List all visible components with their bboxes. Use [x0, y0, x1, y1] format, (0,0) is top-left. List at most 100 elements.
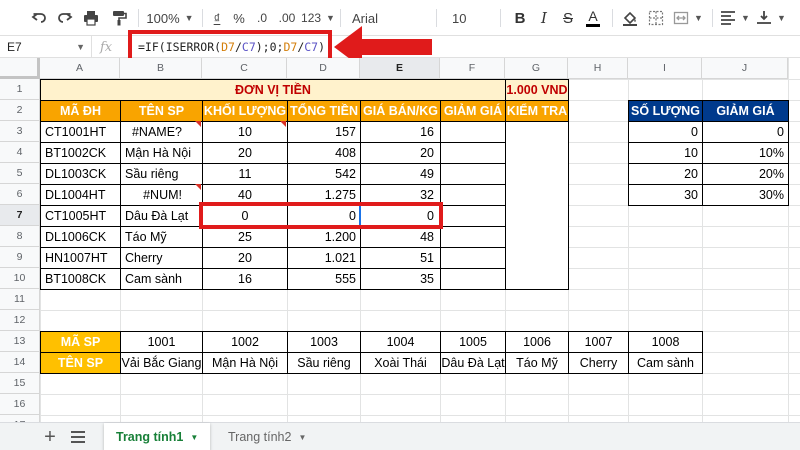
- merge-cells-icon[interactable]: ▼: [670, 0, 706, 36]
- font-size-select[interactable]: 10: [444, 0, 496, 36]
- tab-sheet1[interactable]: Trang tính1 ▼: [104, 423, 211, 450]
- table-cell[interactable]: Mận Hà Nội: [120, 142, 203, 164]
- table-cell[interactable]: Cherry: [120, 247, 203, 269]
- header-cell[interactable]: GIẢM GIÁ: [440, 100, 506, 122]
- table-cell[interactable]: DL1006CK: [40, 226, 121, 248]
- table-cell[interactable]: [440, 247, 506, 269]
- discount-cell[interactable]: 30%: [702, 184, 789, 206]
- table-cell[interactable]: [440, 268, 506, 290]
- column-header-i[interactable]: I: [628, 58, 702, 79]
- row-header-8[interactable]: 8: [0, 226, 40, 247]
- product-code-cell[interactable]: 1004: [360, 331, 441, 353]
- row-header-6[interactable]: 6: [0, 184, 40, 205]
- product-code-cell[interactable]: 1008: [628, 331, 703, 353]
- table-cell[interactable]: 408: [287, 142, 361, 164]
- discount-header-cell[interactable]: GIẢM GIÁ: [702, 100, 789, 122]
- borders-icon[interactable]: [644, 0, 668, 36]
- table-cell[interactable]: 11: [202, 163, 288, 185]
- add-sheet-icon[interactable]: +: [36, 423, 64, 450]
- table-cell[interactable]: 1.200: [287, 226, 361, 248]
- header-cell[interactable]: MÃ ĐH: [40, 100, 121, 122]
- table-cell[interactable]: DL1003CK: [40, 163, 121, 185]
- table-cell[interactable]: 25: [202, 226, 288, 248]
- tab-sheet2[interactable]: Trang tính2 ▼: [216, 423, 318, 450]
- header-cell[interactable]: TÊN SP: [120, 100, 203, 122]
- table-cell[interactable]: Cam sành: [120, 268, 203, 290]
- table-cell[interactable]: [440, 142, 506, 164]
- header-cell[interactable]: KHỐI LƯỢNG: [202, 100, 288, 122]
- discount-cell[interactable]: 20%: [702, 163, 789, 185]
- row-header-4[interactable]: 4: [0, 142, 40, 163]
- table-cell[interactable]: 542: [287, 163, 361, 185]
- product-code-cell[interactable]: 1006: [505, 331, 569, 353]
- discount-cell[interactable]: 0: [702, 121, 789, 143]
- row-header-9[interactable]: 9: [0, 247, 40, 268]
- table-cell[interactable]: 51: [360, 247, 441, 269]
- select-all-corner[interactable]: [0, 58, 40, 79]
- row-header-14[interactable]: 14: [0, 352, 40, 373]
- discount-cell[interactable]: 30: [628, 184, 703, 206]
- product-name-cell[interactable]: Cam sành: [628, 352, 703, 374]
- row-header-1[interactable]: 1: [0, 79, 40, 100]
- fill-color-icon[interactable]: [618, 0, 642, 36]
- table-cell[interactable]: HN1007HT: [40, 247, 121, 269]
- row-header-5[interactable]: 5: [0, 163, 40, 184]
- bold-button[interactable]: B: [508, 0, 532, 36]
- table-cell[interactable]: 157: [287, 121, 361, 143]
- table-cell[interactable]: [440, 121, 506, 143]
- table-cell[interactable]: Sầu riêng: [120, 163, 203, 185]
- italic-button[interactable]: I: [532, 0, 556, 36]
- discount-header-cell[interactable]: SỐ LƯỢNG: [628, 100, 703, 122]
- check-column-cell[interactable]: [505, 121, 569, 290]
- table-cell[interactable]: #NUM!: [120, 184, 203, 206]
- text-color-button[interactable]: A: [580, 0, 606, 36]
- table-cell[interactable]: 16: [202, 268, 288, 290]
- column-header-f[interactable]: F: [440, 58, 505, 79]
- column-header-c[interactable]: C: [202, 58, 287, 79]
- product-code-cell[interactable]: 1002: [202, 331, 288, 353]
- table-cell[interactable]: 10: [202, 121, 288, 143]
- strikethrough-button[interactable]: S: [556, 0, 580, 36]
- table-cell[interactable]: 48: [360, 226, 441, 248]
- product-name-cell[interactable]: Táo Mỹ: [505, 352, 569, 374]
- column-header-a[interactable]: A: [40, 58, 120, 79]
- print-icon[interactable]: [78, 0, 104, 36]
- row-header-16[interactable]: 16: [0, 394, 40, 415]
- unit-band-cell[interactable]: ĐƠN VỊ TIỀN: [40, 79, 506, 101]
- column-header-b[interactable]: B: [120, 58, 202, 79]
- table-cell[interactable]: CT1005HT: [40, 205, 121, 227]
- row-header-2[interactable]: 2: [0, 100, 40, 121]
- product-code-cell[interactable]: 1003: [287, 331, 361, 353]
- table-cell[interactable]: BT1002CK: [40, 142, 121, 164]
- table-cell[interactable]: 35: [360, 268, 441, 290]
- table-cell[interactable]: 16: [360, 121, 441, 143]
- table-cell[interactable]: 20: [202, 142, 288, 164]
- product-name-cell[interactable]: Mận Hà Nội: [202, 352, 288, 374]
- row-header-12[interactable]: 12: [0, 310, 40, 331]
- product-code-label[interactable]: MÃ SP: [40, 331, 121, 353]
- all-sheets-icon[interactable]: [64, 423, 92, 450]
- header-cell[interactable]: KIỂM TRA: [505, 100, 569, 122]
- product-code-cell[interactable]: 1001: [120, 331, 203, 353]
- table-cell[interactable]: 555: [287, 268, 361, 290]
- undo-icon[interactable]: [26, 0, 52, 36]
- discount-cell[interactable]: 20: [628, 163, 703, 185]
- table-cell[interactable]: CT1001HT: [40, 121, 121, 143]
- product-code-cell[interactable]: 1005: [440, 331, 506, 353]
- table-cell[interactable]: #NAME?: [120, 121, 203, 143]
- header-cell[interactable]: TỔNG TIỀN: [287, 100, 361, 122]
- table-cell[interactable]: Táo Mỹ: [120, 226, 203, 248]
- table-cell[interactable]: [440, 184, 506, 206]
- horizontal-align-icon[interactable]: ▼: [718, 0, 752, 36]
- row-header-13[interactable]: 13: [0, 331, 40, 352]
- table-cell[interactable]: 20: [202, 247, 288, 269]
- table-cell[interactable]: 49: [360, 163, 441, 185]
- product-name-cell[interactable]: Vải Bắc Giang: [120, 352, 203, 374]
- column-header-g[interactable]: G: [505, 58, 568, 79]
- table-cell[interactable]: 20: [360, 142, 441, 164]
- header-cell[interactable]: GIÁ BÁN/KG: [360, 100, 441, 122]
- product-name-cell[interactable]: Dâu Đà Lạt: [440, 352, 506, 374]
- column-header-d[interactable]: D: [287, 58, 360, 79]
- redo-icon[interactable]: [52, 0, 78, 36]
- product-name-label[interactable]: TÊN SP: [40, 352, 121, 374]
